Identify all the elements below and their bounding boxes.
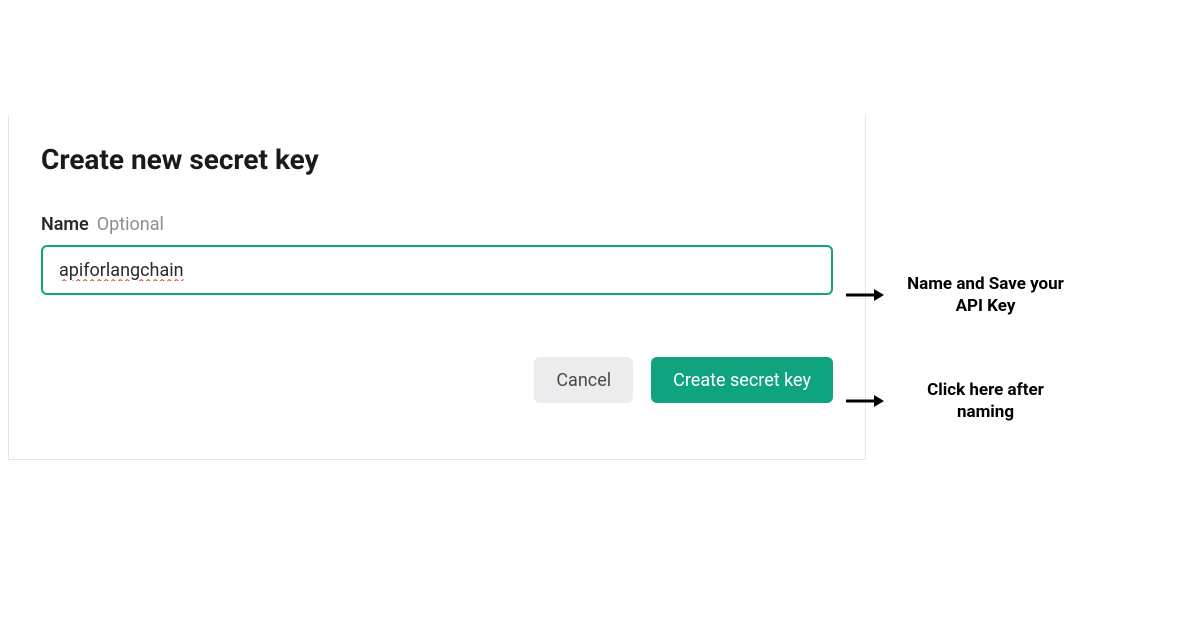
name-input[interactable] xyxy=(41,245,833,295)
annotation-name-save: Name and Save your API Key xyxy=(846,273,1073,317)
cancel-button[interactable]: Cancel xyxy=(534,357,633,403)
arrow-right-icon xyxy=(846,393,884,409)
arrow-right-icon xyxy=(846,287,884,303)
annotation-click-here: Click here after naming xyxy=(846,379,1073,423)
create-secret-key-dialog: Create new secret key Name Optional Canc… xyxy=(8,115,866,460)
dialog-title: Create new secret key xyxy=(41,143,833,176)
dialog-button-row: Cancel Create secret key xyxy=(41,357,833,403)
annotation-text-1: Name and Save your API Key xyxy=(898,273,1073,317)
annotation-text-2: Click here after naming xyxy=(898,379,1073,423)
optional-label: Optional xyxy=(97,214,164,235)
name-label: Name xyxy=(41,214,89,235)
create-secret-key-button[interactable]: Create secret key xyxy=(651,357,833,403)
name-field-label-row: Name Optional xyxy=(41,214,833,235)
